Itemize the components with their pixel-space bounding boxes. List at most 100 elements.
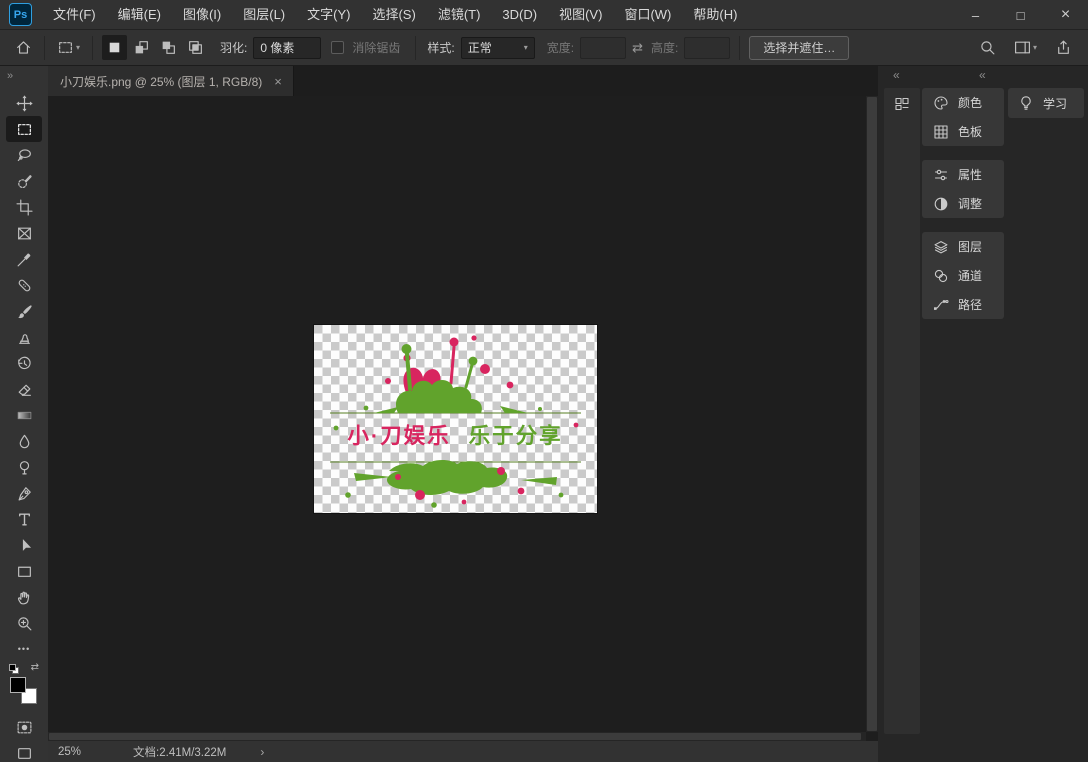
feather-input[interactable] xyxy=(253,36,322,59)
lasso-tool[interactable] xyxy=(6,142,42,168)
history-brush-tool[interactable] xyxy=(6,350,42,376)
clone-stamp-tool-icon xyxy=(18,333,30,344)
document-tab[interactable]: 小刀娱乐.png @ 25% (图层 1, RGB/8) × xyxy=(48,66,294,96)
swap-colors-icon[interactable]: ⇄ xyxy=(31,662,39,673)
minimize-button[interactable]: – xyxy=(953,0,998,30)
dock-collapse-button[interactable]: « xyxy=(893,68,900,82)
screen-mode-button[interactable] xyxy=(6,740,42,762)
brush-tool[interactable] xyxy=(6,298,42,324)
eraser-tool[interactable] xyxy=(6,376,42,402)
separator xyxy=(739,35,741,60)
add-selection-icon xyxy=(135,41,148,54)
hand-tool-icon xyxy=(17,591,29,604)
maximize-button[interactable]: □ xyxy=(998,0,1043,30)
menu-window[interactable]: 窗口(W) xyxy=(613,0,682,30)
panel-tab-color[interactable]: 颜色 xyxy=(922,88,1004,117)
selection-mode-group xyxy=(102,35,208,60)
type-tool[interactable] xyxy=(6,506,42,532)
intersect-selection-button[interactable] xyxy=(183,35,208,60)
separator xyxy=(415,35,417,60)
swap-dimensions-icon[interactable]: ⇄ xyxy=(632,40,643,56)
panel-tab-channels[interactable]: 通道 xyxy=(922,261,1004,290)
gradient-tool[interactable] xyxy=(6,402,42,428)
menu-view[interactable]: 视图(V) xyxy=(548,0,613,30)
learn-panel-group: 学习 xyxy=(1008,88,1084,118)
menu-3d[interactable]: 3D(D) xyxy=(491,0,548,30)
pen-tool[interactable] xyxy=(6,480,42,506)
height-input[interactable] xyxy=(684,36,731,59)
select-and-mask-button[interactable]: 选择并遮住… xyxy=(749,35,850,60)
chevron-down-icon: ▾ xyxy=(1032,43,1037,52)
dodge-tool[interactable] xyxy=(6,454,42,480)
edit-toolbar-button[interactable]: ••• xyxy=(6,636,42,662)
frame-tool[interactable] xyxy=(6,220,42,246)
hand-tool[interactable] xyxy=(6,584,42,610)
dock-collapse-button[interactable]: « xyxy=(979,68,986,82)
workspace-button[interactable]: ▾ xyxy=(1011,36,1040,59)
clone-stamp-tool[interactable] xyxy=(6,324,42,350)
menu-file[interactable]: 文件(F) xyxy=(42,0,107,30)
frame-tool-icon xyxy=(17,227,31,239)
search-icon[interactable] xyxy=(979,39,996,56)
move-tool[interactable] xyxy=(6,90,42,116)
pen-tool-icon xyxy=(18,486,31,500)
new-selection-icon xyxy=(109,42,120,53)
horizontal-scrollbar[interactable] xyxy=(48,732,866,741)
vertical-scrollbar-thumb[interactable] xyxy=(867,97,877,731)
menu-image[interactable]: 图像(I) xyxy=(172,0,232,30)
history-brush-tool-icon xyxy=(17,356,31,369)
share-icon[interactable] xyxy=(1055,39,1072,56)
spot-healing-brush-tool[interactable] xyxy=(6,272,42,298)
separator xyxy=(92,35,94,60)
panel-tab-paths[interactable]: 路径 xyxy=(922,290,1004,319)
menu-select[interactable]: 选择(S) xyxy=(361,0,426,30)
panel-tab-learn[interactable]: 学习 xyxy=(1008,88,1084,118)
blur-tool[interactable] xyxy=(6,428,42,454)
toolbar-expand-button[interactable]: » xyxy=(7,70,13,82)
antialias-checkbox[interactable] xyxy=(331,41,345,54)
path-selection-tool[interactable] xyxy=(6,532,42,558)
tab-close-icon[interactable]: × xyxy=(274,74,282,89)
canvas-viewport[interactable]: 小·刀娱乐 乐于分享 xyxy=(48,96,866,732)
swatches-panel-icon xyxy=(934,124,948,139)
width-input[interactable] xyxy=(580,36,627,59)
menu-type[interactable]: 文字(Y) xyxy=(296,0,361,30)
status-expand-icon[interactable]: › xyxy=(260,745,264,759)
status-bar: 25% 文档:2.41M/3.22M › xyxy=(48,741,878,762)
new-selection-button[interactable] xyxy=(102,35,128,60)
eyedropper-tool[interactable] xyxy=(6,246,42,272)
zoom-tool[interactable] xyxy=(6,610,42,636)
horizontal-scrollbar-thumb[interactable] xyxy=(49,733,861,740)
add-selection-button[interactable] xyxy=(129,35,154,60)
subtract-selection-icon xyxy=(162,41,175,54)
menu-filter[interactable]: 滤镜(T) xyxy=(427,0,492,30)
quick-selection-tool[interactable] xyxy=(6,168,42,194)
vertical-scrollbar[interactable] xyxy=(866,96,878,732)
close-button[interactable]: × xyxy=(1043,0,1088,30)
home-icon xyxy=(17,41,30,54)
panel-tab-label: 学习 xyxy=(1043,96,1068,111)
menu-edit[interactable]: 编辑(E) xyxy=(107,0,172,30)
collapsed-panel-button[interactable] xyxy=(894,96,910,112)
tool-preset-button[interactable]: ▾ xyxy=(54,36,83,59)
subtract-selection-button[interactable] xyxy=(156,35,181,60)
zoom-level-field[interactable]: 25% xyxy=(58,746,81,758)
menu-layer[interactable]: 图层(L) xyxy=(232,0,296,30)
panel-tab-properties[interactable]: 属性 xyxy=(922,160,1004,189)
panel-tab-adjustments[interactable]: 调整 xyxy=(922,189,1004,218)
photoshop-window: Ps 文件(F) 编辑(E) 图像(I) 图层(L) 文字(Y) 选择(S) 滤… xyxy=(0,0,1088,762)
document-canvas[interactable]: 小·刀娱乐 乐于分享 xyxy=(314,325,597,513)
default-colors-icon[interactable] xyxy=(9,664,19,674)
rectangle-tool[interactable] xyxy=(6,558,42,584)
panel-tab-swatches[interactable]: 色板 xyxy=(922,117,1004,146)
foreground-background-colors[interactable]: ⇄ xyxy=(6,662,42,714)
menu-help[interactable]: 帮助(H) xyxy=(682,0,748,30)
quick-mask-button[interactable] xyxy=(6,714,42,740)
crop-tool[interactable] xyxy=(6,194,42,220)
rectangular-marquee-tool[interactable] xyxy=(6,116,42,142)
home-button[interactable] xyxy=(12,36,35,59)
style-select[interactable]: 正常 ▾ xyxy=(460,36,535,59)
panel-tab-layers[interactable]: 图层 xyxy=(922,232,1004,261)
foreground-color-swatch[interactable] xyxy=(10,677,26,693)
collapsed-panel-icon xyxy=(895,97,909,111)
